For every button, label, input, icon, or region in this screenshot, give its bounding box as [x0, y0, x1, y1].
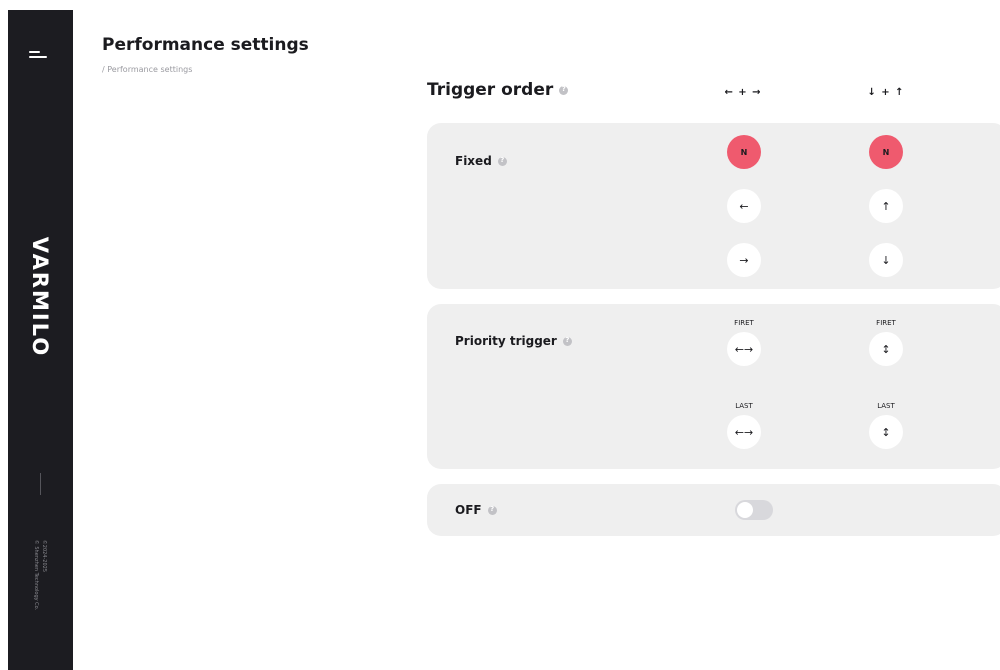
priority-trigger-panel: Priority trigger FIRET ←→ LAST ←→ FIRET …	[427, 304, 1000, 469]
last-label-left: LAST	[735, 402, 753, 410]
fixed-neutral-button-left[interactable]: N	[727, 135, 761, 169]
priority-trigger-label-text: Priority trigger	[455, 334, 557, 348]
arrows-up-down-icon: ↕	[881, 342, 891, 356]
fixed-left-arrow-button[interactable]: ←	[727, 189, 761, 223]
off-panel: OFF	[427, 484, 1000, 536]
off-label: OFF	[455, 503, 497, 517]
fixed-right-arrow-button[interactable]: →	[727, 243, 761, 277]
first-label-right: FIRET	[876, 319, 896, 327]
fixed-label: Fixed	[455, 154, 507, 168]
sidebar-divider	[40, 473, 41, 495]
fixed-up-arrow-button[interactable]: ↑	[869, 189, 903, 223]
arrow-left-icon: ←	[739, 199, 749, 213]
fixed-panel: Fixed N ← → N ↑ ↓	[427, 123, 1000, 289]
neutral-label: N	[882, 147, 890, 157]
last-label-right: LAST	[877, 402, 895, 410]
neutral-label: N	[740, 147, 748, 157]
info-icon[interactable]	[487, 505, 497, 515]
trigger-order-title: Trigger order	[427, 80, 569, 100]
sidebar: VARMILO ©2024-2025 © Shenzhen Technology…	[8, 10, 73, 670]
off-label-text: OFF	[455, 503, 482, 517]
off-toggle[interactable]	[735, 500, 773, 520]
breadcrumb[interactable]: / Performance settings	[102, 65, 192, 74]
menu-icon[interactable]	[29, 50, 49, 60]
fixed-neutral-button-right[interactable]: N	[869, 135, 903, 169]
trigger-order-label: Trigger order	[427, 80, 554, 100]
info-icon[interactable]	[559, 85, 569, 95]
arrow-right-icon: →	[739, 253, 749, 267]
priority-first-up-down-button[interactable]: ↕	[869, 332, 903, 366]
priority-trigger-label: Priority trigger	[455, 334, 572, 348]
brand-logo: VARMILO	[22, 232, 58, 362]
arrows-left-right-icon: ←→	[734, 342, 754, 356]
info-icon[interactable]	[497, 156, 507, 166]
priority-last-up-down-button[interactable]: ↕	[869, 415, 903, 449]
info-icon[interactable]	[562, 336, 572, 346]
arrow-up-icon: ↑	[881, 199, 891, 213]
first-label-left: FIRET	[734, 319, 754, 327]
priority-first-left-right-button[interactable]: ←→	[727, 332, 761, 366]
copyright-line-1: ©2024-2025	[41, 539, 47, 573]
priority-last-left-right-button[interactable]: ←→	[727, 415, 761, 449]
column-header-down-up: ↓ + ↑	[867, 87, 905, 98]
fixed-label-text: Fixed	[455, 154, 492, 168]
arrows-left-right-icon: ←→	[734, 425, 754, 439]
fixed-down-arrow-button[interactable]: ↓	[869, 243, 903, 277]
toggle-knob[interactable]	[737, 502, 753, 518]
column-header-left-right: ← + →	[724, 87, 762, 98]
arrows-up-down-icon: ↕	[881, 425, 891, 439]
brand-name: VARMILO	[28, 236, 52, 358]
copyright-line-2: © Shenzhen Technology Co.	[33, 539, 39, 611]
page-title: Performance settings	[102, 35, 309, 55]
arrow-down-icon: ↓	[881, 253, 891, 267]
copyright: ©2024-2025 © Shenzhen Technology Co.	[28, 510, 52, 640]
